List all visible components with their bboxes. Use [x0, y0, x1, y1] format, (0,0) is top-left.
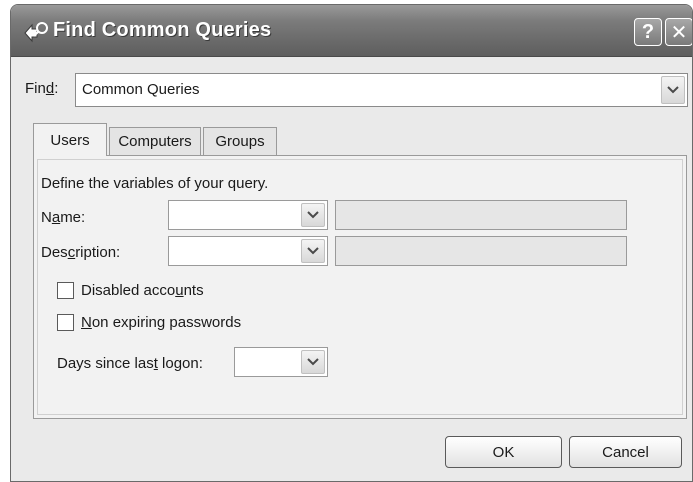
disabled-accounts-checkbox-row[interactable]: Disabled accounts: [57, 282, 204, 299]
name-label: Name:: [41, 209, 86, 226]
cancel-button[interactable]: Cancel: [569, 436, 682, 468]
description-value-field[interactable]: [335, 236, 627, 266]
find-common-queries-dialog: Find Common Queries ? ✕ Find: Common Que…: [10, 4, 693, 482]
tab-groups[interactable]: Groups: [203, 127, 277, 155]
name-condition-combobox[interactable]: [168, 200, 328, 230]
tab-computers[interactable]: Computers: [109, 127, 201, 155]
title-bar[interactable]: Find Common Queries ? ✕: [11, 5, 692, 57]
description-condition-combobox[interactable]: [168, 236, 328, 266]
chevron-down-icon[interactable]: [661, 76, 685, 104]
find-combobox[interactable]: Common Queries: [75, 73, 688, 107]
close-button[interactable]: ✕: [665, 18, 692, 46]
tab-users[interactable]: Users: [33, 123, 107, 156]
days-since-last-logon-combobox[interactable]: [234, 347, 328, 377]
non-expiring-passwords-checkbox-row[interactable]: Non expiring passwords: [57, 314, 241, 331]
help-button[interactable]: ?: [634, 18, 662, 46]
disabled-accounts-checkbox[interactable]: [57, 282, 74, 299]
chevron-down-icon[interactable]: [301, 350, 325, 374]
non-expiring-passwords-checkbox[interactable]: [57, 314, 74, 331]
disabled-accounts-label: Disabled accounts: [81, 282, 204, 299]
chevron-down-icon[interactable]: [301, 239, 325, 263]
query-intro-text: Define the variables of your query.: [41, 175, 269, 192]
search-directory-icon: [24, 22, 48, 43]
find-label: Find:: [25, 80, 59, 97]
name-value-field[interactable]: [335, 200, 627, 230]
non-expiring-passwords-label: Non expiring passwords: [81, 314, 242, 331]
ok-button[interactable]: OK: [445, 436, 562, 468]
window-title: Find Common Queries: [53, 19, 272, 41]
days-since-last-logon-label: Days since last logon:: [57, 355, 203, 372]
description-label: Description:: [41, 244, 121, 261]
chevron-down-icon[interactable]: [301, 203, 325, 227]
find-combobox-value: Common Queries: [82, 81, 200, 98]
